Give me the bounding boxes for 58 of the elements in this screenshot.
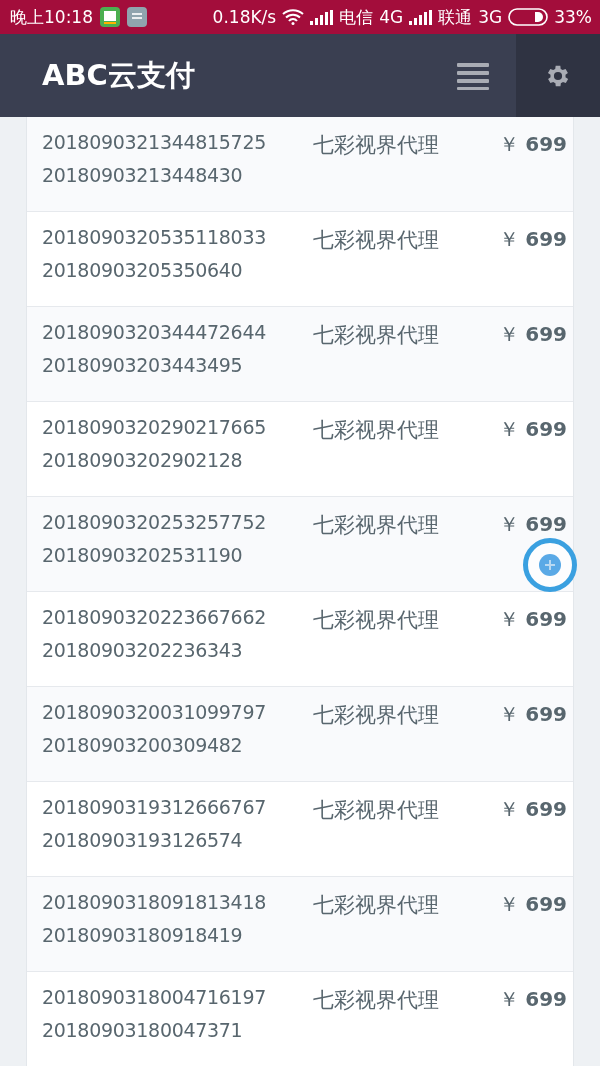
order-amount: ￥ 699 <box>498 891 567 918</box>
order-amount: ￥ 699 <box>498 226 567 253</box>
app-title: ABC云支付 <box>41 56 196 94</box>
trade-number: 20180903193126574 <box>42 829 244 851</box>
trade-number: 20180903202236343 <box>42 639 244 661</box>
floating-button[interactable] <box>523 538 577 592</box>
battery-icon <box>508 8 549 26</box>
order-number: 2018090320344472644 <box>42 321 267 343</box>
order-amount: ￥ 699 <box>498 701 567 728</box>
order-amount: ￥ 699 <box>498 511 567 538</box>
product-name: 七彩视界代理 <box>313 132 441 159</box>
product-name: 七彩视界代理 <box>313 797 441 824</box>
plus-icon <box>539 554 561 576</box>
network-speed: 0.18K/s <box>212 7 277 27</box>
wifi-icon <box>282 9 305 25</box>
network-type: 3G <box>478 7 503 27</box>
order-number: 2018090318091813418 <box>42 891 267 913</box>
order-number: 2018090320290217665 <box>42 416 267 438</box>
order-amount: ￥ 699 <box>498 321 567 348</box>
order-number: 2018090318004716197 <box>42 986 267 1008</box>
product-name: 七彩视界代理 <box>313 227 441 254</box>
product-name: 七彩视界代理 <box>313 417 441 444</box>
product-name: 七彩视界代理 <box>313 702 441 729</box>
status-time: 晚上10:18 <box>10 5 93 29</box>
battery-level: 33% <box>554 7 592 27</box>
order-amount: ￥ 699 <box>498 986 567 1013</box>
trade-number: 20180903202531190 <box>42 544 244 566</box>
order-number: 2018090320535118033 <box>42 226 267 248</box>
trade-number: 20180903180918419 <box>42 924 244 946</box>
order-amount: ￥ 699 <box>498 416 567 443</box>
trade-number: 20180903213448430 <box>42 164 244 186</box>
order-number: 2018090319312666767 <box>42 796 267 818</box>
product-name: 七彩视界代理 <box>313 512 441 539</box>
order-amount: ￥ 699 <box>498 131 567 158</box>
product-name: 七彩视界代理 <box>313 322 441 349</box>
settings-button[interactable] <box>516 34 600 117</box>
app-icon <box>100 7 120 27</box>
order-number: 2018090320223667662 <box>42 606 267 628</box>
product-name: 七彩视界代理 <box>313 987 441 1014</box>
order-number: 2018090320253257752 <box>42 511 267 533</box>
notes-icon <box>127 7 147 27</box>
trade-number: 20180903202902128 <box>42 449 244 471</box>
trade-number: 20180903200309482 <box>42 734 244 756</box>
signal-icon <box>310 9 334 25</box>
menu-icon <box>457 61 489 90</box>
product-name: 七彩视界代理 <box>313 607 441 634</box>
order-number: 2018090321344815725 <box>42 131 267 153</box>
signal-icon <box>409 9 433 25</box>
carrier-name: 联通 <box>438 5 473 29</box>
trade-number: 20180903203443495 <box>42 354 244 376</box>
trade-number: 20180903180047371 <box>42 1019 244 1041</box>
order-number: 2018090320031099797 <box>42 701 267 723</box>
trade-number: 20180903205350640 <box>42 259 244 281</box>
order-amount: ￥ 699 <box>498 606 567 633</box>
carrier-name: 电信 <box>339 5 374 29</box>
product-name: 七彩视界代理 <box>313 892 441 919</box>
order-amount: ￥ 699 <box>498 796 567 823</box>
network-type: 4G <box>379 7 404 27</box>
